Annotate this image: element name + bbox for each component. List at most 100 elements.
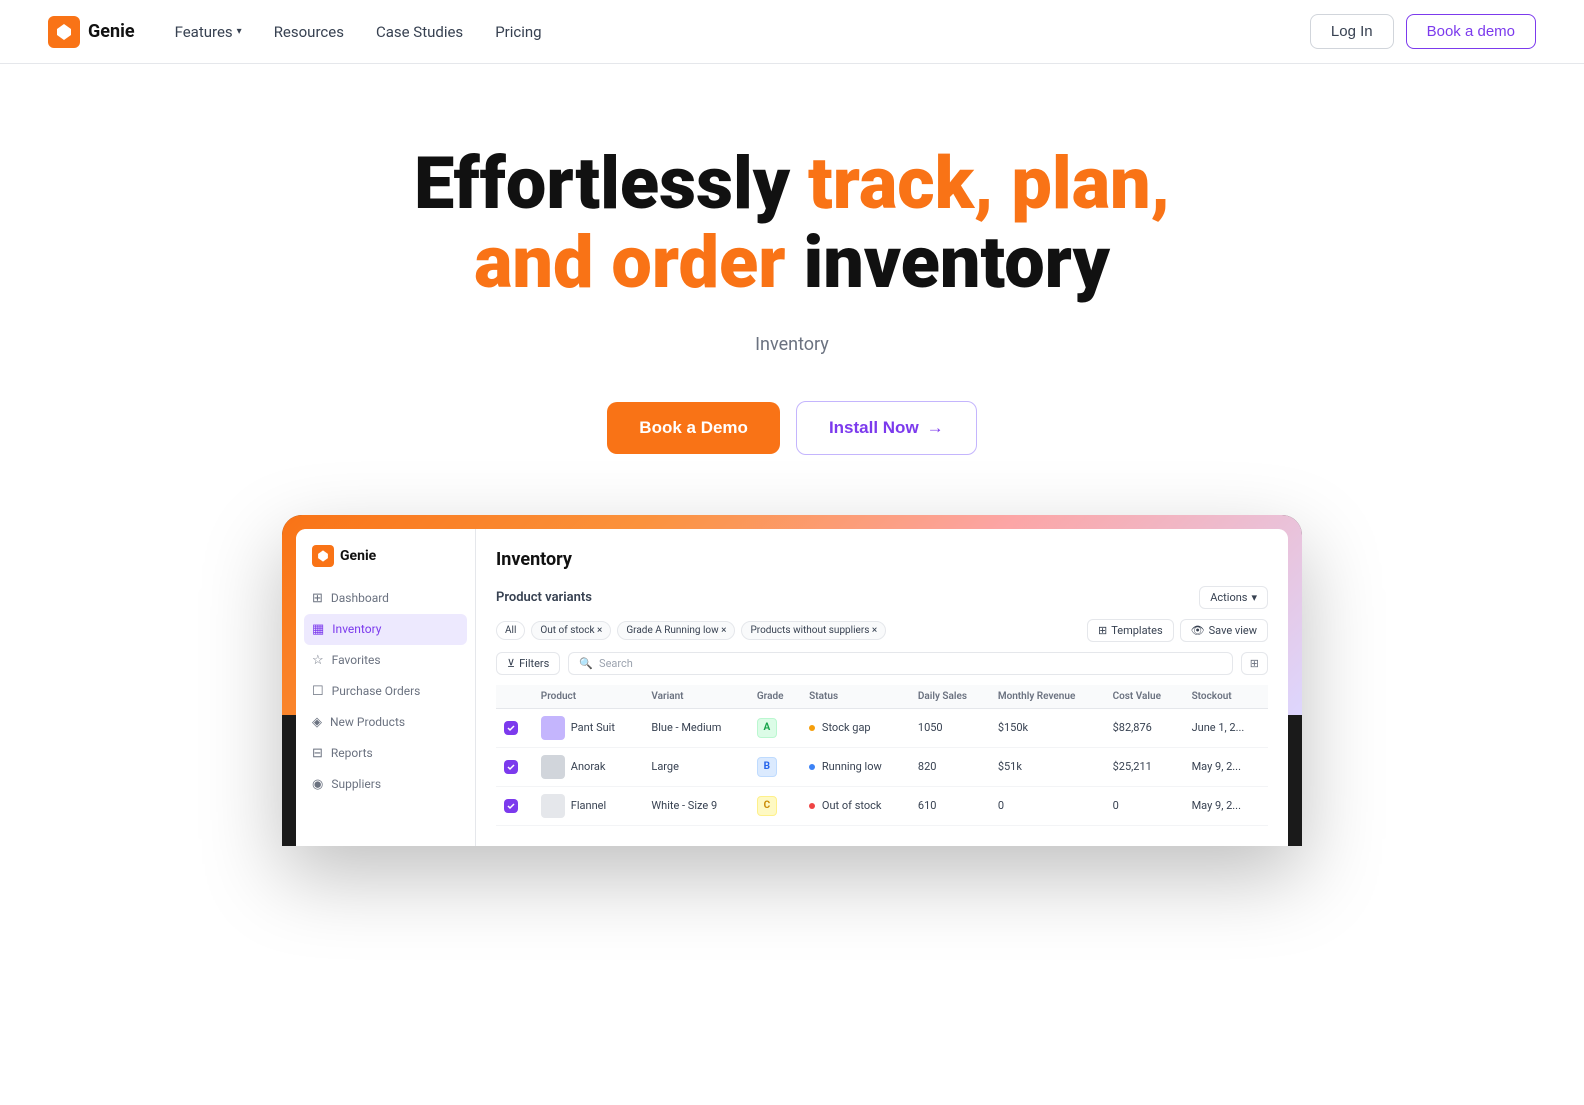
filter-tag-out-of-stock[interactable]: Out of stock ×	[531, 621, 611, 640]
row-2-product: Anorak	[533, 747, 644, 786]
mock-logo-icon	[312, 545, 334, 567]
col-monthly-revenue: Monthly Revenue	[990, 685, 1105, 709]
search-icon: 🔍	[579, 657, 593, 670]
logo[interactable]: Genie	[48, 16, 135, 48]
templates-icon: ⊞	[1098, 624, 1107, 637]
mock-logo-text: Genie	[340, 548, 376, 564]
row-2-cost-value: $25,211	[1105, 747, 1184, 786]
inventory-table: Product Variant Grade Status Daily Sales…	[496, 685, 1268, 826]
search-bar[interactable]: 🔍 Search	[568, 652, 1232, 675]
hero-title: Effortlessly track, plan, and order inve…	[414, 144, 1170, 302]
row-1-checkbox[interactable]	[496, 708, 533, 747]
row-3-daily-sales: 610	[910, 786, 990, 825]
row-1-grade: A	[749, 708, 801, 747]
mock-toolbar: ⊻ Filters 🔍 Search ⊞	[496, 652, 1268, 675]
templates-button[interactable]: ⊞ Templates	[1087, 619, 1174, 642]
hero-section: Effortlessly track, plan, and order inve…	[0, 64, 1584, 515]
row-2-status: Running low	[801, 747, 910, 786]
row-1-daily-sales: 1050	[910, 708, 990, 747]
row-3-monthly-revenue: 0	[990, 786, 1105, 825]
sidebar-item-favorites[interactable]: ☆ Favorites	[296, 645, 475, 676]
mock-logo-svg	[316, 549, 330, 563]
row-3-status: Out of stock	[801, 786, 910, 825]
dashboard-icon: ⊞	[312, 591, 323, 606]
row-3-cost-value: 0	[1105, 786, 1184, 825]
nav-right: Log In Book a demo	[1310, 14, 1536, 49]
hero-content: Effortlessly track, plan, and order inve…	[366, 64, 1218, 515]
row-3-thumb	[541, 794, 565, 818]
row-1-variant: Blue - Medium	[643, 708, 748, 747]
inventory-icon: ▦	[312, 622, 324, 637]
row-2-thumb	[541, 755, 565, 779]
col-variant: Variant	[643, 685, 748, 709]
logo-text: Genie	[88, 21, 135, 42]
status-dot	[809, 764, 815, 770]
row-3-checkbox[interactable]	[496, 786, 533, 825]
chevron-down-icon: ▾	[237, 26, 242, 37]
nav-pricing[interactable]: Pricing	[495, 23, 541, 41]
row-1-thumb	[541, 716, 565, 740]
nav-case-studies[interactable]: Case Studies	[376, 23, 463, 41]
status-dot	[809, 725, 815, 731]
col-grade: Grade	[749, 685, 801, 709]
row-3-grade: C	[749, 786, 801, 825]
nav-features[interactable]: Features ▾	[175, 23, 242, 41]
sidebar-item-reports[interactable]: ⊟ Reports	[296, 738, 475, 769]
row-1-monthly-revenue: $150k	[990, 708, 1105, 747]
row-2-checkbox[interactable]	[496, 747, 533, 786]
col-daily-sales: Daily Sales	[910, 685, 990, 709]
hero-subtitle: Inventory	[482, 330, 1102, 361]
sidebar-item-inventory[interactable]: ▦ Inventory	[304, 614, 467, 645]
suppliers-icon: ◉	[312, 777, 323, 792]
row-3-stockout: May 9, 2...	[1184, 786, 1268, 825]
actions-button[interactable]: Actions ▾	[1199, 586, 1268, 609]
row-2-monthly-revenue: $51k	[990, 747, 1105, 786]
row-2-daily-sales: 820	[910, 747, 990, 786]
table-header-row: Product Variant Grade Status Daily Sales…	[496, 685, 1268, 709]
sidebar-item-new-products[interactable]: ◈ New Products	[296, 707, 475, 738]
mock-page-title: Inventory	[496, 549, 1268, 570]
mock-sidebar-logo: Genie	[296, 545, 475, 583]
filter-tag-grade-a[interactable]: Grade A Running low ×	[617, 621, 735, 640]
table-row: Flannel White - Size 9 C Out of stock	[496, 786, 1268, 825]
purchase-orders-icon: ☐	[312, 684, 324, 699]
logo-icon	[48, 16, 80, 48]
status-dot	[809, 803, 815, 809]
filters-button[interactable]: ⊻ Filters	[496, 652, 560, 675]
filter-tag-no-suppliers[interactable]: Products without suppliers ×	[741, 621, 886, 640]
row-1-cost-value: $82,876	[1105, 708, 1184, 747]
filter-icon: ⊻	[507, 657, 515, 670]
grid-view-button[interactable]: ⊞	[1241, 652, 1268, 675]
screen-outer: Genie ⊞ Dashboard ▦ Inventory ☆ Favorite…	[282, 515, 1302, 846]
row-2-grade: B	[749, 747, 801, 786]
row-3-product: Flannel	[533, 786, 644, 825]
row-2-variant: Large	[643, 747, 748, 786]
col-status: Status	[801, 685, 910, 709]
book-demo-nav-button[interactable]: Book a demo	[1406, 14, 1536, 49]
logo-svg	[54, 22, 74, 42]
row-3-variant: White - Size 9	[643, 786, 748, 825]
mock-section-title: Product variants	[496, 590, 592, 605]
navbar: Genie Features ▾ Resources Case Studies …	[0, 0, 1584, 64]
book-demo-hero-button[interactable]: Book a Demo	[607, 402, 780, 454]
hero-buttons: Book a Demo Install Now →	[414, 401, 1170, 455]
install-now-button[interactable]: Install Now →	[796, 401, 977, 455]
col-cost-value: Cost Value	[1105, 685, 1184, 709]
mock-filter-tags: All Out of stock × Grade A Running low ×…	[496, 619, 1268, 642]
save-view-icon: 👁	[1191, 624, 1205, 637]
table-row: Anorak Large B Running low	[496, 747, 1268, 786]
row-1-product: Pant Suit	[533, 708, 644, 747]
sidebar-item-suppliers[interactable]: ◉ Suppliers	[296, 769, 475, 800]
arrow-icon: →	[927, 418, 944, 438]
nav-links: Features ▾ Resources Case Studies Pricin…	[175, 23, 542, 41]
filter-tag-all[interactable]: All	[496, 621, 525, 640]
screen-inner: Genie ⊞ Dashboard ▦ Inventory ☆ Favorite…	[296, 529, 1288, 846]
save-view-button[interactable]: 👁 Save view	[1180, 619, 1268, 642]
nav-resources[interactable]: Resources	[274, 23, 344, 41]
sidebar-item-dashboard[interactable]: ⊞ Dashboard	[296, 583, 475, 614]
col-checkbox	[496, 685, 533, 709]
login-button[interactable]: Log In	[1310, 14, 1394, 49]
table-row: Pant Suit Blue - Medium A Stock gap	[496, 708, 1268, 747]
row-1-stockout: June 1, 2...	[1184, 708, 1268, 747]
sidebar-item-purchase-orders[interactable]: ☐ Purchase Orders	[296, 676, 475, 707]
